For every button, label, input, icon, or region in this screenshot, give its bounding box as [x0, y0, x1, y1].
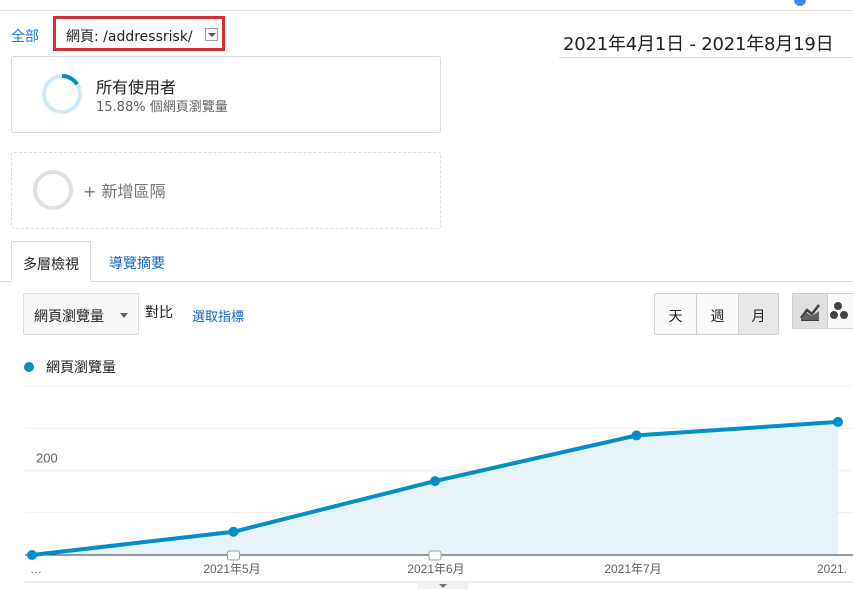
legend-label: 網頁瀏覽量	[46, 360, 116, 376]
data-point	[430, 476, 440, 487]
chevron-down-icon[interactable]	[205, 28, 218, 41]
pick-metric-link[interactable]: 選取指標	[192, 306, 244, 325]
y-tick-label: 400	[36, 380, 58, 381]
line-chart-icon	[800, 304, 820, 321]
x-tick-label: 2021.	[817, 562, 847, 576]
motion-chart-button[interactable]	[827, 293, 853, 329]
date-range-text: 2021年4月1日 - 2021年8月19日	[563, 34, 834, 55]
page-filter[interactable]: 網頁: /addressrisk/	[53, 16, 225, 51]
date-range-picker[interactable]: 2021年4月1日 - 2021年8月19日	[559, 28, 853, 58]
segment-card[interactable]: 所有使用者 15.88% 個網頁瀏覽量	[11, 56, 441, 133]
x-tick-label: …	[30, 562, 42, 576]
add-segment-label: + 新增區隔	[83, 182, 166, 201]
breadcrumb-all[interactable]: 全部	[11, 26, 39, 46]
compare-label: 對比	[145, 305, 173, 321]
annotation-icon	[227, 550, 240, 561]
segment-ring-icon	[42, 74, 82, 114]
x-tick-label: 2021年5月	[203, 562, 260, 576]
tab-navigation-summary[interactable]: 導覽摘要	[98, 241, 176, 281]
line-chart-button[interactable]	[792, 293, 828, 329]
x-tick-label: 2021年7月	[604, 562, 661, 576]
y-tick-label: 200	[36, 451, 58, 466]
pageviews-chart: 200 400 … 2021年5月 2021年6月 2021年7月 2021.	[25, 380, 853, 589]
segment-subtitle: 15.88% 個網頁瀏覽量	[96, 100, 228, 115]
period-week-button[interactable]: 週	[696, 293, 739, 335]
add-segment-card[interactable]: + 新增區隔	[11, 152, 441, 229]
x-tick-label: 2021年6月	[407, 562, 464, 576]
period-day-button[interactable]: 天	[654, 293, 697, 335]
segment-title: 所有使用者	[96, 78, 177, 97]
empty-segment-ring-icon	[33, 170, 73, 210]
tab-explorer[interactable]: 多層檢視	[11, 241, 91, 282]
annotation-icon	[428, 550, 442, 561]
period-month-button[interactable]: 月	[738, 293, 779, 335]
bubble-chart-icon	[830, 302, 848, 319]
data-point	[631, 430, 642, 441]
data-point	[833, 416, 843, 427]
top-bar	[0, 0, 853, 11]
page-filter-label: 網頁: /addressrisk/	[66, 29, 193, 45]
metric-select[interactable]: 網頁瀏覽量	[23, 293, 139, 335]
data-point	[27, 550, 37, 560]
caret-down-icon	[120, 313, 128, 318]
report-tabs: 多層檢視 導覽摘要	[0, 241, 853, 282]
legend-marker	[24, 362, 34, 372]
account-icon[interactable]	[794, 0, 806, 6]
metric-select-value: 網頁瀏覽量	[34, 309, 104, 325]
data-point	[228, 526, 239, 537]
area-fill	[32, 421, 838, 555]
